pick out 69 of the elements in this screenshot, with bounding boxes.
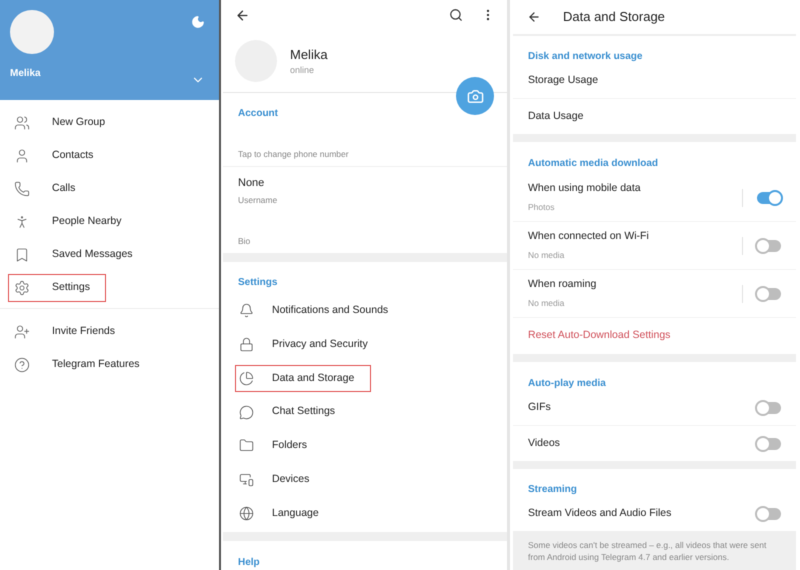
search-icon[interactable] [449, 8, 463, 22]
toggle-switch[interactable] [757, 438, 781, 450]
pie-chart-icon [239, 370, 254, 386]
menu-item[interactable]: Chat Settings [235, 398, 340, 426]
avatar[interactable] [10, 10, 54, 54]
section-header: Automatic media download [528, 157, 660, 171]
menu-item[interactable]: Devices [235, 466, 314, 494]
camera-button[interactable] [456, 77, 494, 115]
toggle-switch[interactable] [757, 402, 781, 414]
section-header: Settings [238, 276, 278, 290]
setting-title[interactable]: GIFs [528, 400, 757, 416]
username-label: Username [238, 194, 278, 207]
menu-item[interactable]: New Group [8, 108, 112, 136]
menu-item[interactable]: Storage Usage [513, 64, 796, 99]
help-icon [14, 356, 30, 372]
user-name: Melika [10, 67, 41, 81]
menu-item[interactable]: People Nearby [8, 208, 128, 236]
chat-bubble-icon [239, 404, 254, 420]
menu-item[interactable]: Notifications and Sounds [235, 297, 392, 324]
section-header: Streaming [528, 483, 578, 497]
globe-icon [239, 506, 254, 521]
menu-item[interactable]: Settings [8, 274, 106, 302]
setting-title[interactable]: When connected on Wi-Fi [528, 229, 742, 245]
setting-subtitle: No media [528, 249, 566, 262]
streaming-note: Some videos can't be streamed – e.g., all videos that were sent from Android using Telegram 4.7 and earlier versions. [528, 539, 768, 563]
setting-title[interactable]: Stream Videos and Audio Files [528, 506, 757, 522]
devices-icon [239, 472, 254, 488]
setting-title[interactable]: Videos [528, 436, 757, 452]
menu-item[interactable]: Folders [235, 432, 312, 460]
menu-item[interactable]: Privacy and Security [235, 331, 372, 358]
toggle-switch[interactable] [757, 288, 781, 300]
phone-hint[interactable]: Tap to change phone number [223, 148, 507, 160]
setting-title[interactable]: When roaming [528, 277, 742, 293]
section-header: Help [238, 556, 261, 570]
setting-subtitle: No media [528, 297, 566, 310]
section-header: Disk and network usage [528, 50, 644, 64]
toggle-switch[interactable] [757, 192, 781, 204]
menu-item[interactable]: Data and Storage [235, 364, 371, 392]
toggle-switch[interactable] [757, 240, 781, 252]
menu-item[interactable]: Language [235, 500, 323, 527]
back-arrow-icon[interactable] [527, 10, 541, 24]
reset-link[interactable]: Reset Auto-Download Settings [513, 318, 796, 354]
group-icon [14, 114, 30, 130]
menu-item[interactable]: Data Usage [513, 99, 796, 134]
bookmark-icon [14, 246, 30, 262]
settings-icon [14, 280, 30, 296]
person-icon [14, 148, 30, 164]
username-value[interactable]: None [238, 175, 492, 192]
phone-icon [14, 180, 30, 196]
menu-item[interactable]: Calls [8, 174, 82, 202]
section-header: Auto-play media [528, 377, 607, 391]
section-header: Account [238, 106, 279, 121]
setting-subtitle: Photos [528, 201, 556, 214]
folder-icon [239, 438, 254, 454]
add-person-icon [14, 324, 30, 340]
screen-title: Data and Storage [563, 8, 665, 26]
bio-label[interactable]: Bio [223, 234, 507, 248]
profile-name: Melika [290, 46, 328, 64]
moon-icon[interactable] [191, 15, 205, 29]
menu-item[interactable]: Invite Friends [8, 318, 122, 346]
camera-icon [466, 88, 484, 104]
profile-status: online [290, 64, 316, 78]
menu-item[interactable]: Saved Messages [8, 240, 139, 268]
menu-item[interactable]: Contacts [8, 142, 100, 170]
menu-item[interactable]: Telegram Features [8, 350, 146, 378]
lock-icon [239, 337, 254, 352]
bell-icon [239, 303, 254, 318]
toggle-switch[interactable] [757, 508, 781, 520]
setting-title[interactable]: When using mobile data [528, 181, 742, 197]
